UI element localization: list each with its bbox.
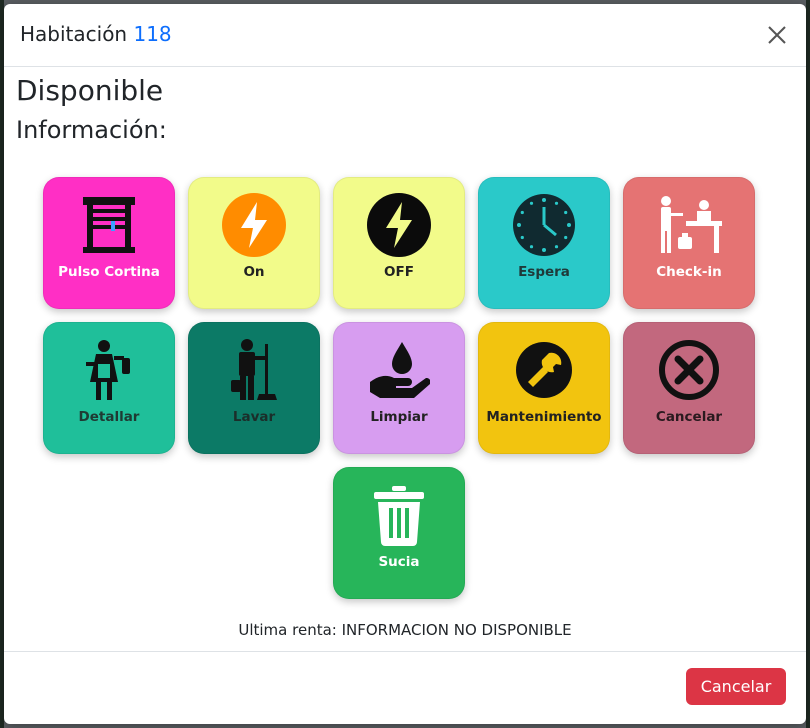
- action-check-in[interactable]: Check-in: [623, 177, 755, 309]
- cancel-button[interactable]: Cancelar: [686, 668, 786, 705]
- action-label: Pulso Cortina: [58, 264, 160, 280]
- bolt-off-icon: [364, 190, 434, 260]
- action-espera[interactable]: Espera: [478, 177, 610, 309]
- action-label: Sucia: [378, 554, 420, 570]
- room-status: Disponible: [16, 74, 164, 107]
- close-icon[interactable]: [766, 24, 788, 46]
- trash-icon: [364, 480, 434, 550]
- background-page-right: [806, 0, 810, 728]
- action-sucia[interactable]: Sucia: [333, 467, 465, 599]
- action-lavar[interactable]: Lavar: [188, 322, 320, 454]
- maid-icon: [74, 335, 144, 405]
- action-label: Mantenimiento: [486, 409, 602, 425]
- action-pulso-cortina[interactable]: Pulso Cortina: [43, 177, 175, 309]
- room-modal: Habitación 118 Disponible Información: P…: [4, 4, 806, 724]
- action-label: Detallar: [78, 409, 140, 425]
- action-on[interactable]: On: [188, 177, 320, 309]
- action-label: Lavar: [232, 409, 276, 425]
- action-label: Check-in: [656, 264, 722, 280]
- curtain-icon: [74, 190, 144, 260]
- clock-icon: [509, 190, 579, 260]
- action-cancelar[interactable]: Cancelar: [623, 322, 755, 454]
- action-label: On: [243, 264, 265, 280]
- action-mantenimiento[interactable]: Mantenimiento: [478, 322, 610, 454]
- action-label: Espera: [518, 264, 570, 280]
- reception-icon: [654, 190, 724, 260]
- modal-header: Habitación 118: [4, 4, 806, 67]
- wrench-icon: [509, 335, 579, 405]
- action-detallar[interactable]: Detallar: [43, 322, 175, 454]
- action-label: OFF: [384, 264, 414, 280]
- x-circle-icon: [654, 335, 724, 405]
- bolt-on-icon: [219, 190, 289, 260]
- action-label: Cancelar: [655, 409, 723, 425]
- action-label: Limpiar: [370, 409, 428, 425]
- room-number: 118: [133, 22, 172, 46]
- hand-drop-icon: [364, 335, 434, 405]
- modal-title: Habitación 118: [20, 22, 172, 46]
- info-label: Información:: [16, 116, 167, 144]
- modal-title-prefix: Habitación: [20, 22, 128, 46]
- janitor-icon: [219, 335, 289, 405]
- last-rent-info: Ultima renta: INFORMACION NO DISPONIBLE: [238, 621, 572, 639]
- modal-footer: Cancelar: [4, 651, 806, 724]
- action-limpiar[interactable]: Limpiar: [333, 322, 465, 454]
- action-off[interactable]: OFF: [333, 177, 465, 309]
